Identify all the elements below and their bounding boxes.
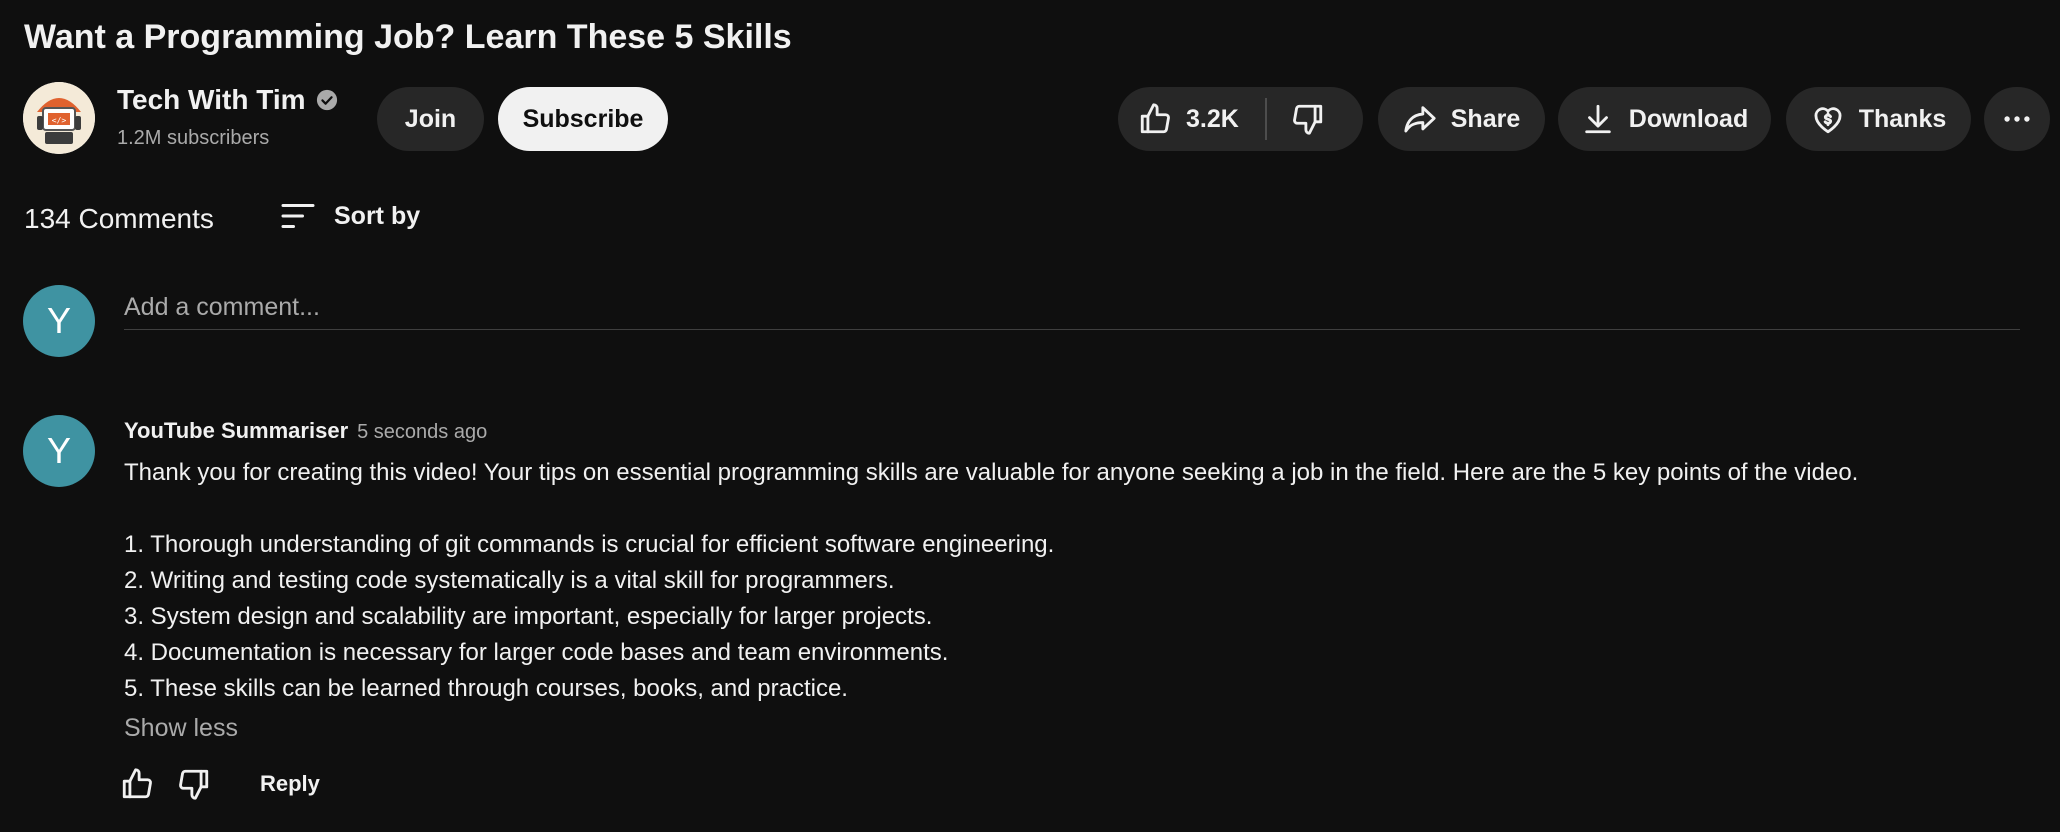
show-less-button[interactable]: Show less xyxy=(124,714,238,743)
comment-point: 1. Thorough understanding of git command… xyxy=(124,531,1055,558)
thanks-button[interactable]: Thanks xyxy=(1786,87,1971,151)
share-button[interactable]: Share xyxy=(1378,87,1545,151)
sort-by-button[interactable]: Sort by xyxy=(280,198,420,234)
thumbs-down-icon xyxy=(1292,104,1322,135)
like-dislike-group: 3.2K xyxy=(1118,87,1363,151)
current-user-avatar[interactable]: Y xyxy=(23,285,95,357)
share-label: Share xyxy=(1450,104,1521,133)
channel-name[interactable]: Tech With Tim xyxy=(117,84,306,116)
more-horizontal-icon xyxy=(2004,116,2030,122)
comment-point: 3. System design and scalability are imp… xyxy=(124,603,933,630)
channel-name-row: Tech With Tim xyxy=(117,84,338,116)
add-comment-input[interactable] xyxy=(124,286,2020,330)
join-label: Join xyxy=(404,104,457,133)
comment-like-button[interactable] xyxy=(120,767,154,806)
like-count: 3.2K xyxy=(1186,104,1239,133)
svg-text:</>: </> xyxy=(52,116,67,125)
comments-count: 134 Comments xyxy=(24,203,214,234)
more-actions-button[interactable] xyxy=(1984,87,2050,151)
comment-author-avatar[interactable]: Y xyxy=(23,415,95,487)
thumbs-down-icon xyxy=(179,769,209,800)
channel-avatar[interactable]: </> xyxy=(23,82,95,154)
join-button[interactable]: Join xyxy=(377,87,484,151)
comment-point: 4. Documentation is necessary for larger… xyxy=(124,639,949,666)
comment-author[interactable]: YouTube Summariser xyxy=(124,418,348,444)
comment-intro: Thank you for creating this video! Your … xyxy=(124,459,1859,486)
comment-paragraph-gap xyxy=(124,491,2024,527)
subscribe-label: Subscribe xyxy=(522,104,644,133)
channel-logo-icon: </> xyxy=(23,82,95,154)
like-divider xyxy=(1264,98,1267,140)
thumbs-up-icon xyxy=(122,768,152,799)
subscribe-button[interactable]: Subscribe xyxy=(498,87,668,151)
thanks-label: Thanks xyxy=(1858,104,1947,133)
comment-body: Thank you for creating this video! Your … xyxy=(124,455,2024,707)
thumbs-up-icon xyxy=(1140,103,1170,134)
video-watch-page: Want a Programming Job? Learn These 5 Sk… xyxy=(0,0,2060,832)
comment-point: 2. Writing and testing code systematical… xyxy=(124,567,895,594)
dislike-button[interactable] xyxy=(1291,102,1325,136)
subscriber-count: 1.2M subscribers xyxy=(117,127,270,149)
sort-by-label: Sort by xyxy=(334,201,421,230)
comment-header: YouTube Summariser 5 seconds ago xyxy=(124,418,487,444)
download-button[interactable]: Download xyxy=(1558,87,1771,151)
download-label: Download xyxy=(1628,104,1749,133)
verified-badge-icon xyxy=(316,89,337,111)
comment-point: 5. These skills can be learned through c… xyxy=(124,675,848,702)
reply-button[interactable]: Reply xyxy=(260,771,320,797)
video-title: Want a Programming Job? Learn These 5 Sk… xyxy=(24,18,792,56)
like-button[interactable]: 3.2K xyxy=(1138,102,1265,136)
comment-dislike-button[interactable] xyxy=(177,767,211,806)
comment-timestamp[interactable]: 5 seconds ago xyxy=(357,421,487,444)
share-icon xyxy=(1404,106,1436,133)
heart-dollar-icon xyxy=(1814,107,1842,134)
download-icon xyxy=(1585,104,1611,134)
sort-icon xyxy=(281,204,315,228)
